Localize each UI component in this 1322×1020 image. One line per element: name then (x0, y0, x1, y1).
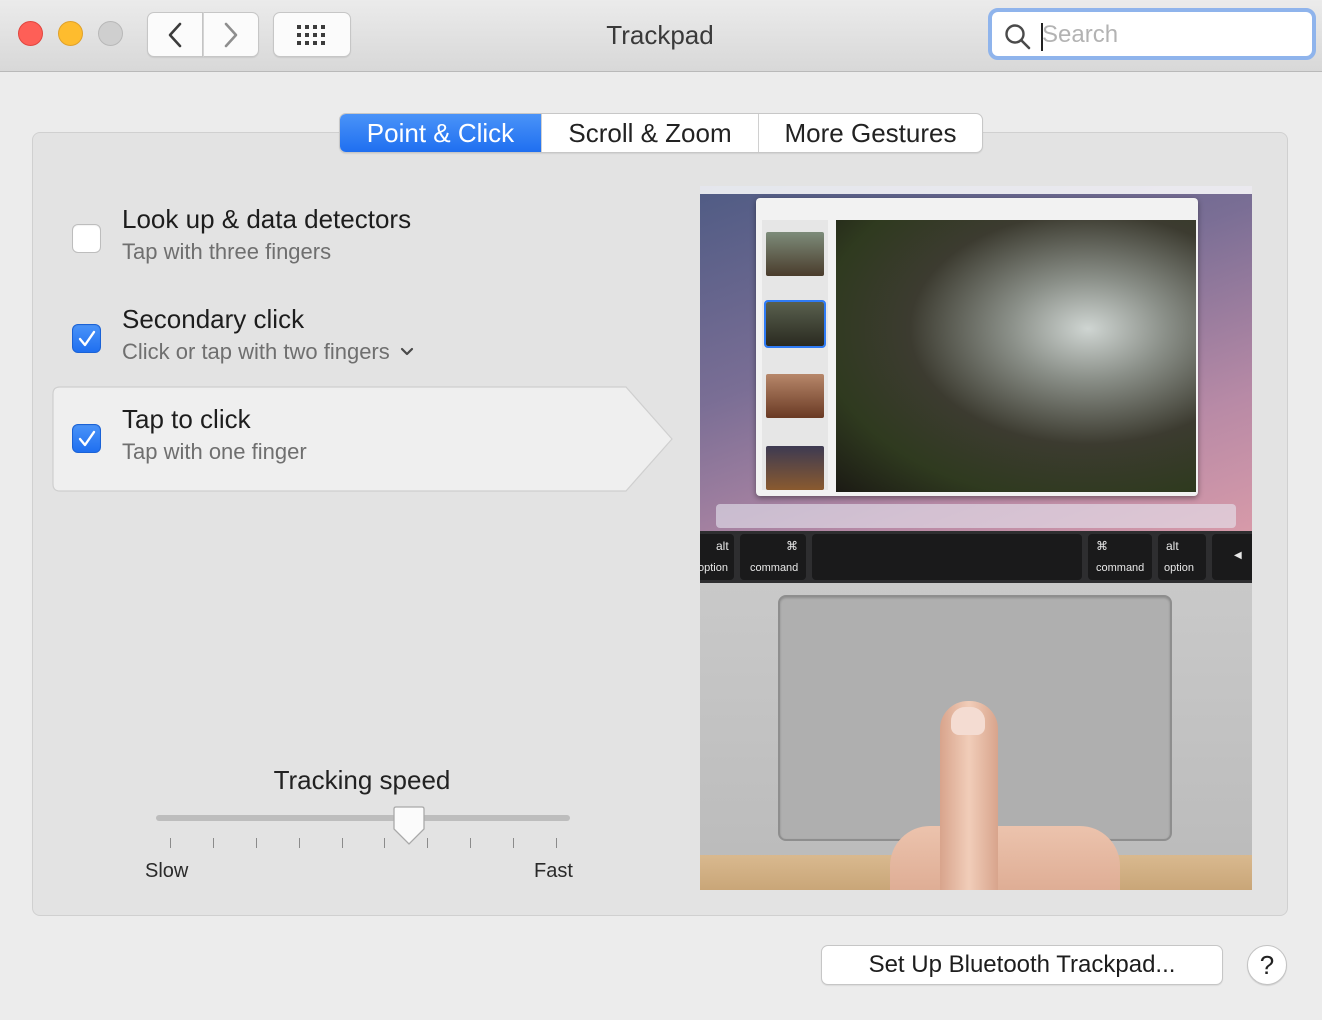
text-cursor (1041, 23, 1043, 51)
preview-thumbnail (764, 300, 826, 348)
slider-ticks (170, 838, 557, 848)
tab-bar: Point & Click Scroll & Zoom More Gesture… (339, 113, 983, 153)
option-subtitle: Tap with three fingers (122, 239, 332, 264)
option-subtitle: Tap with one finger (122, 439, 307, 464)
back-button[interactable] (147, 12, 203, 57)
option-title: Tap to click (122, 404, 251, 434)
search-icon (1005, 24, 1031, 50)
slider-tick (212, 838, 214, 848)
tab-more-gestures[interactable]: More Gestures (758, 114, 982, 152)
key-command-left: ⌘ command (740, 534, 806, 580)
preview-thumbnail (766, 232, 824, 276)
preview-finger (940, 701, 998, 890)
tab-scroll-and-zoom[interactable]: Scroll & Zoom (541, 114, 758, 152)
slider-tick (470, 838, 472, 848)
preview-hand (890, 826, 1120, 890)
key-space (812, 534, 1082, 580)
option-title: Look up & data detectors (122, 204, 412, 234)
search-field[interactable] (988, 8, 1316, 60)
close-window-button[interactable] (18, 21, 43, 46)
preview-thumbnail (766, 446, 824, 490)
preview-app-window (756, 198, 1198, 496)
slider-min-label: Slow (145, 860, 189, 882)
secondary-click-menu[interactable]: Click or tap with two fingers (122, 339, 414, 365)
slider-tick (556, 838, 557, 848)
option-secondary-click[interactable]: Secondary click Click or tap with two fi… (52, 286, 622, 392)
checkmark-icon (78, 330, 96, 347)
preview-thumbnail (766, 374, 824, 418)
tracking-speed-slider[interactable] (156, 815, 570, 821)
slider-thumb[interactable] (392, 805, 426, 847)
search-input[interactable] (1042, 19, 1302, 51)
option-tap-to-click[interactable]: Tap to click Tap with one finger (52, 386, 622, 492)
preview-photo (836, 220, 1196, 492)
slider-tick (298, 838, 300, 848)
window-title: Trackpad (606, 20, 714, 50)
option-title: Secondary click (122, 304, 305, 334)
slider-max-label: Fast (534, 860, 573, 882)
tab-point-and-click[interactable]: Point & Click (340, 114, 541, 152)
show-all-button[interactable] (273, 12, 351, 57)
option-look-up[interactable]: Look up & data detectors Tap with three … (52, 186, 622, 292)
secondary-click-checkbox[interactable] (72, 324, 101, 353)
tracking-speed-label: Tracking speed (273, 765, 451, 795)
slider-tick (255, 838, 257, 848)
slider-tick (170, 838, 171, 848)
slider-tick (427, 838, 429, 848)
slider-tick (384, 838, 386, 848)
preview-screen (700, 186, 1252, 531)
preview-dock (716, 504, 1236, 528)
forward-button[interactable] (203, 12, 259, 57)
gesture-preview: alt option ⌘ command ⌘ command alt optio… (700, 186, 1252, 890)
setup-bluetooth-trackpad-button[interactable]: Set Up Bluetooth Trackpad... (821, 945, 1223, 985)
zoom-window-button[interactable] (98, 21, 123, 46)
chevron-down-icon (400, 347, 413, 356)
key-arrow-left: ◀ (1212, 534, 1252, 580)
key-command-right: ⌘ command (1088, 534, 1152, 580)
chevron-right-icon (224, 22, 238, 47)
grid-icon (297, 24, 325, 45)
minimize-window-button[interactable] (58, 21, 83, 46)
slider-tick (341, 838, 343, 848)
help-button[interactable]: ? (1247, 945, 1287, 985)
slider-tick (513, 838, 515, 848)
preview-sidebar (762, 220, 828, 490)
preview-keyboard: alt option ⌘ command ⌘ command alt optio… (700, 531, 1252, 583)
key-option-left: alt option (700, 534, 734, 580)
tap-to-click-checkbox[interactable] (72, 424, 101, 453)
key-option-right: alt option (1158, 534, 1206, 580)
checkmark-icon (78, 430, 96, 447)
preview-menubar (700, 186, 1252, 194)
chevron-left-icon (168, 22, 182, 47)
title-bar: Trackpad (0, 0, 1322, 72)
look-up-checkbox[interactable] (72, 224, 101, 253)
